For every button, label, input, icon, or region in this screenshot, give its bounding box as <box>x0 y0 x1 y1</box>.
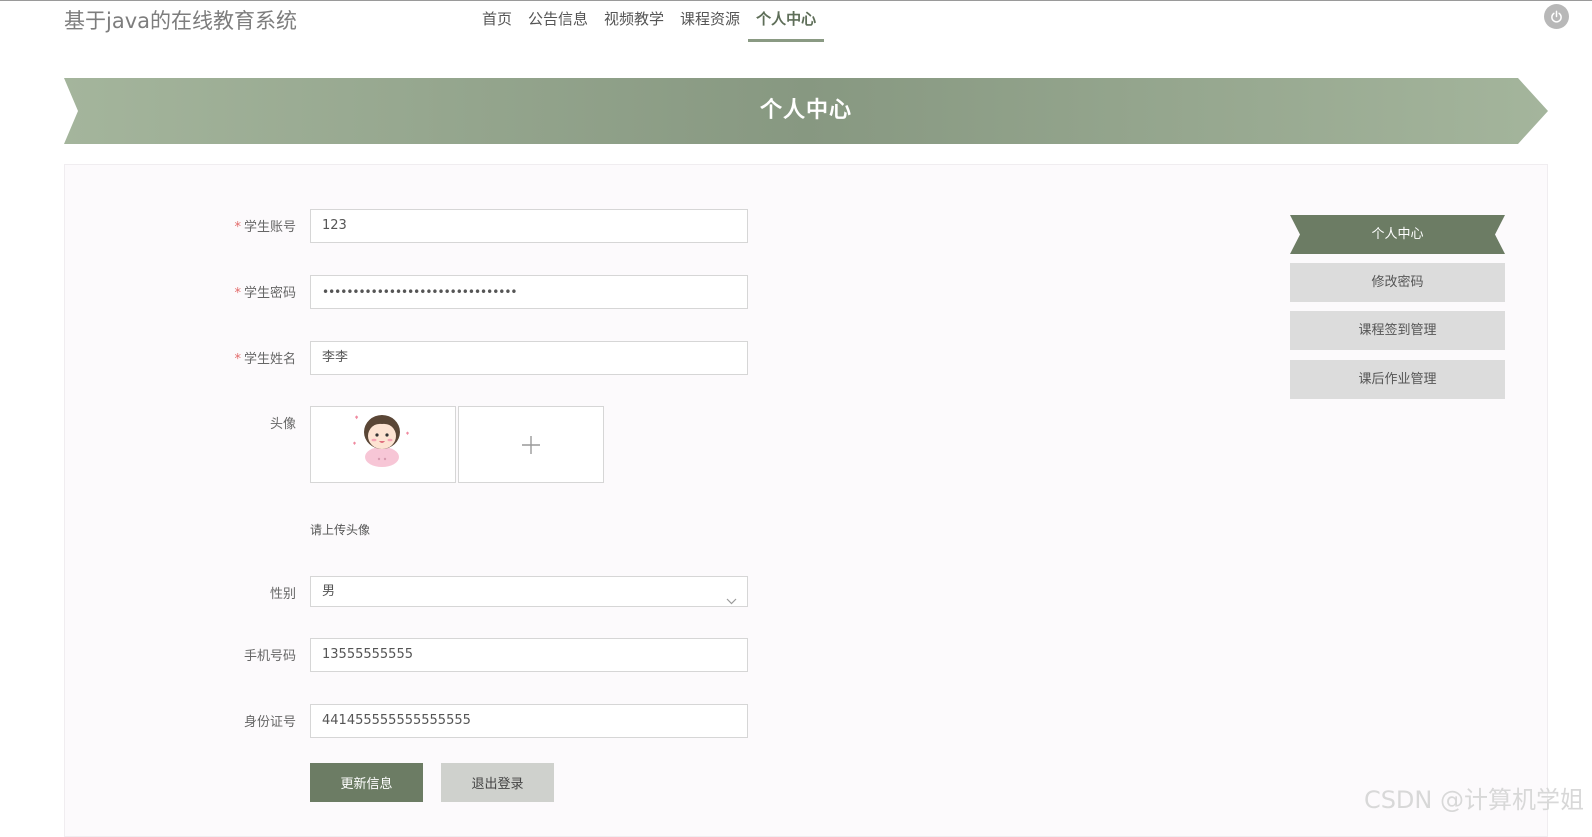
account-label: * 学生账号 <box>234 220 296 235</box>
top-nav: 首页 公告信息 视频教学 课程资源 个人中心 <box>474 0 825 44</box>
sidebar-item-homework[interactable]: 课后作业管理 <box>1290 360 1505 399</box>
gender-select-value: 男 <box>322 584 336 599</box>
watermark: CSDN @计算机学姐 <box>1363 786 1584 814</box>
nav-item-course-resources[interactable]: 课程资源 <box>672 0 748 44</box>
sidebar-item-personal-center[interactable]: 个人中心 <box>1290 215 1505 254</box>
required-mark: * <box>234 220 241 235</box>
page-banner: 个人中心 <box>64 78 1548 144</box>
avatar-preview[interactable] <box>310 406 456 483</box>
required-mark: * <box>234 286 241 301</box>
id-card-input[interactable]: 441455555555555555 <box>310 704 748 738</box>
banner-title: 个人中心 <box>759 98 852 123</box>
sidebar-item-label: 个人中心 <box>1371 227 1424 242</box>
avatar-upload-hint: 请上传头像 <box>310 523 371 537</box>
gender-select[interactable]: 男 <box>310 576 748 607</box>
logout-button[interactable]: 退出登录 <box>441 763 554 802</box>
name-label: * 学生姓名 <box>234 352 296 367</box>
id-card-label: 身份证号 <box>243 715 296 730</box>
gender-label: 性别 <box>269 587 296 602</box>
nav-item-personal-center[interactable]: 个人中心 <box>748 0 825 44</box>
power-icon[interactable] <box>1544 4 1569 29</box>
update-info-button[interactable]: 更新信息 <box>310 763 423 802</box>
password-label: * 学生密码 <box>234 286 296 301</box>
account-input[interactable]: 123 <box>310 209 748 243</box>
avatar-image <box>353 415 409 467</box>
plus-icon <box>522 436 540 454</box>
password-input[interactable]: •••••••••••••••••••••••••••••••• <box>310 275 748 309</box>
name-input[interactable]: 李李 <box>310 341 748 375</box>
avatar-upload-button[interactable] <box>458 406 604 483</box>
required-mark: * <box>234 352 241 367</box>
phone-input[interactable]: 13555555555 <box>310 638 748 672</box>
sidebar-item-change-password[interactable]: 修改密码 <box>1290 263 1505 302</box>
phone-label: 手机号码 <box>243 649 296 664</box>
nav-item-home[interactable]: 首页 <box>474 0 520 44</box>
avatar-label: 头像 <box>269 417 296 432</box>
site-title: 基于java的在线教育系统 <box>64 9 297 33</box>
sidebar-item-course-checkin[interactable]: 课程签到管理 <box>1290 311 1505 350</box>
nav-item-video-teaching[interactable]: 视频教学 <box>596 0 672 44</box>
nav-item-announcements[interactable]: 公告信息 <box>520 0 596 44</box>
chevron-down-icon <box>726 587 737 616</box>
